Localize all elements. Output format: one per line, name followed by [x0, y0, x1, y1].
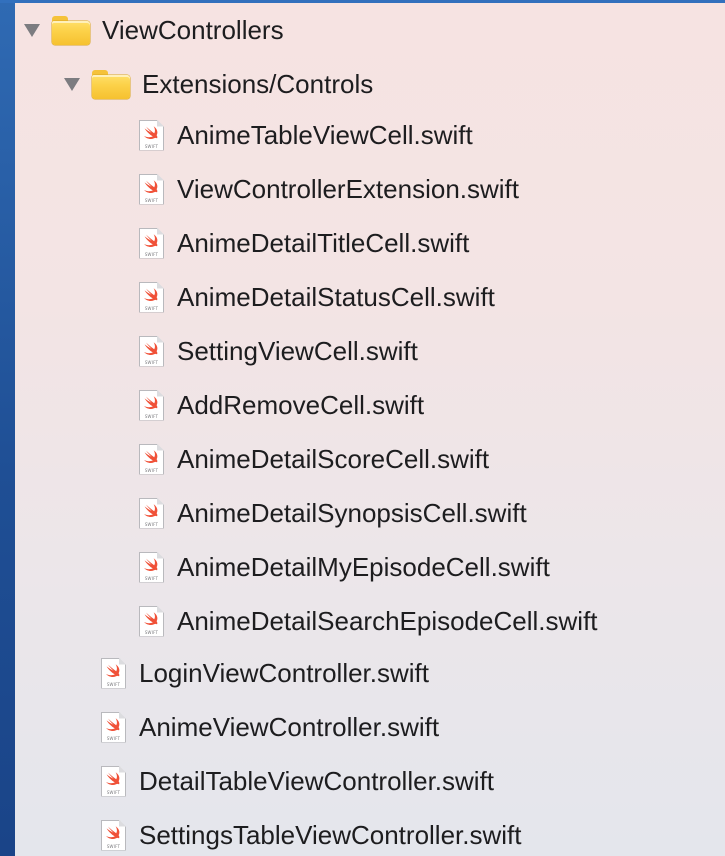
desktop-background — [0, 0, 15, 856]
swift-file-icon: SWIFT — [139, 119, 164, 151]
file-row[interactable]: SWIFT AnimeDetailTitleCell.swift — [139, 216, 469, 270]
folder-row-extensions-controls[interactable]: Extensions/Controls — [64, 57, 373, 111]
file-label: AnimeDetailMyEpisodeCell.swift — [177, 552, 550, 582]
folder-icon — [92, 69, 130, 99]
file-label: AnimeDetailStatusCell.swift — [177, 282, 495, 312]
swift-logo-icon — [144, 233, 158, 247]
swift-logo-icon — [106, 717, 120, 731]
file-label: DetailTableViewController.swift — [139, 766, 495, 796]
swift-file-icon: SWIFT — [139, 335, 164, 367]
swift-file-icon: SWIFT — [139, 389, 164, 421]
swift-logo-icon — [144, 395, 158, 409]
swift-logo-icon — [144, 287, 158, 301]
swift-file-icon: SWIFT — [101, 819, 126, 851]
file-row[interactable]: SWIFT AnimeDetailSynopsisCell.swift — [139, 486, 527, 540]
swift-logo-icon — [106, 825, 120, 839]
file-label: LoginViewController.swift — [139, 658, 429, 688]
swift-file-icon: SWIFT — [139, 281, 164, 313]
swift-file-icon: SWIFT — [139, 173, 164, 205]
file-row[interactable]: SWIFT AnimeDetailSearchEpisodeCell.swift — [139, 594, 598, 648]
file-label: SettingViewCell.swift — [177, 336, 418, 366]
file-row[interactable]: SWIFT AnimeTableViewCell.swift — [139, 108, 473, 162]
file-row[interactable]: SWIFT AddRemoveCell.swift — [139, 378, 424, 432]
file-row[interactable]: SWIFT AnimeDetailMyEpisodeCell.swift — [139, 540, 550, 594]
file-label: AnimeDetailSearchEpisodeCell.swift — [177, 606, 598, 636]
file-row[interactable]: SWIFT AnimeViewController.swift — [101, 700, 439, 754]
project-navigator: ViewControllers Extensions/Controls SWIF… — [15, 3, 725, 856]
disclosure-triangle-down-icon[interactable] — [24, 23, 40, 37]
swift-file-icon: SWIFT — [139, 227, 164, 259]
swift-file-icon: SWIFT — [101, 711, 126, 743]
swift-logo-icon — [144, 449, 158, 463]
disclosure-triangle-down-icon[interactable] — [64, 77, 80, 91]
file-row[interactable]: SWIFT AnimeDetailScoreCell.swift — [139, 432, 489, 486]
file-row[interactable]: SWIFT SettingViewCell.swift — [139, 324, 418, 378]
file-row[interactable]: SWIFT DetailTableViewController.swift — [101, 754, 494, 808]
swift-logo-icon — [144, 503, 158, 517]
swift-logo-icon — [144, 125, 158, 139]
swift-logo-icon — [144, 341, 158, 355]
swift-logo-icon — [144, 611, 158, 625]
file-row[interactable]: SWIFT AnimeDetailStatusCell.swift — [139, 270, 495, 324]
file-row[interactable]: SWIFT ViewControllerExtension.swift — [139, 162, 519, 216]
swift-logo-icon — [144, 557, 158, 571]
folder-row-viewcontrollers[interactable]: ViewControllers — [24, 3, 284, 57]
swift-file-icon: SWIFT — [139, 443, 164, 475]
file-label: ViewControllerExtension.swift — [177, 174, 519, 204]
file-label: AnimeTableViewCell.swift — [177, 120, 473, 150]
swift-file-icon: SWIFT — [101, 765, 126, 797]
swift-logo-icon — [144, 179, 158, 193]
folder-label: ViewControllers — [102, 15, 284, 45]
file-label: AnimeDetailTitleCell.swift — [177, 228, 470, 258]
file-label: AddRemoveCell.swift — [177, 390, 425, 420]
swift-logo-icon — [106, 771, 120, 785]
file-label: SettingsTableViewController.swift — [139, 820, 522, 850]
file-label: AnimeDetailSynopsisCell.swift — [177, 498, 527, 528]
swift-file-icon: SWIFT — [139, 551, 164, 583]
folder-label: Extensions/Controls — [142, 69, 374, 99]
swift-file-icon: SWIFT — [101, 657, 126, 689]
file-label: AnimeDetailScoreCell.swift — [177, 444, 490, 474]
swift-file-icon: SWIFT — [139, 605, 164, 637]
file-row[interactable]: SWIFT SettingsTableViewController.swift — [101, 808, 521, 856]
file-row[interactable]: SWIFT LoginViewController.swift — [101, 646, 429, 700]
folder-icon — [52, 15, 90, 45]
file-label: AnimeViewController.swift — [139, 712, 440, 742]
swift-file-icon: SWIFT — [139, 497, 164, 529]
swift-logo-icon — [106, 663, 120, 677]
